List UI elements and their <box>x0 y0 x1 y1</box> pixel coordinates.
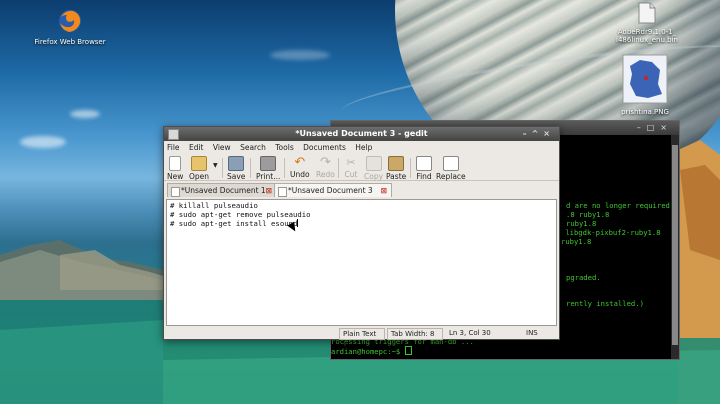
open-button[interactable]: Open <box>189 156 209 181</box>
clipboard-icon <box>388 156 405 171</box>
copy-button[interactable]: Copy <box>364 156 383 181</box>
folder-icon <box>191 156 208 171</box>
print-button[interactable]: Print... <box>256 156 280 181</box>
window-title: *Unsaved Document 3 - gedit <box>295 129 428 138</box>
language-mode-label: Plain Text <box>343 330 377 338</box>
menu-documents[interactable]: Documents <box>303 143 346 152</box>
menubar: File Edit View Search Tools Documents He… <box>164 141 559 154</box>
text-editor-area[interactable]: # killall pulseaudio # sudo apt-get remo… <box>166 199 557 326</box>
print-label: Print... <box>256 172 281 181</box>
terminal-line: libgdk-pixbuf2-ruby1.8 <box>561 228 661 237</box>
tab-unsaved-document-3[interactable]: *Unsaved Document 3 ⊠ <box>274 183 392 197</box>
printer-icon <box>260 156 277 171</box>
menu-view[interactable]: View <box>213 143 231 152</box>
desktop-icon-label: Firefox Web Browser <box>34 38 106 46</box>
desktop-icon-label-line2: i486linux_enu.bin <box>616 36 678 44</box>
toolbar: New Open ▼ Save Print... ↶ Undo ↷ Redo ✂ <box>164 154 559 181</box>
terminal-line: d are no longer required: <box>566 201 675 210</box>
open-dropdown-arrow[interactable]: ▼ <box>213 162 218 169</box>
scrollbar-thumb[interactable] <box>672 145 678 345</box>
gedit-app-icon <box>168 129 179 140</box>
desktop-icon-firefox[interactable]: Firefox Web Browser <box>30 8 110 46</box>
terminal-line: ruby1.8 <box>566 219 597 228</box>
new-button[interactable]: New <box>167 156 183 181</box>
cursor-position: Ln 3, Col 30 <box>449 329 491 337</box>
desktop-icon-prishtina-image[interactable]: prishtina.PNG <box>612 54 678 116</box>
document-icon <box>171 187 180 197</box>
find-button[interactable]: Find <box>416 156 432 181</box>
menu-help[interactable]: Help <box>355 143 372 152</box>
editor-line: # sudo apt-get remove pulseaudio <box>170 210 311 219</box>
paste-label: Paste <box>386 172 407 181</box>
paste-button[interactable]: Paste <box>386 156 406 181</box>
toolbar-separator <box>250 158 251 178</box>
tab-label: *Unsaved Document 3 <box>288 186 373 195</box>
terminal-line: .8 ruby1.8 <box>566 210 610 219</box>
toolbar-separator <box>222 158 223 178</box>
gedit-titlebar[interactable]: *Unsaved Document 3 - gedit –^× <box>164 127 559 141</box>
replace-icon <box>442 156 459 171</box>
text-caret <box>297 219 299 227</box>
find-label: Find <box>416 172 432 181</box>
terminal-line: pgraded. <box>566 273 601 282</box>
cut-label: Cut <box>344 170 358 179</box>
dropdown-arrow-icon: ▼ <box>391 342 395 348</box>
desktop-icon-adobe-reader-installer[interactable]: AdbeRdr9.1.0-1_ i486linux_enu.bin <box>612 2 682 44</box>
open-label: Open <box>189 172 210 181</box>
language-mode-selector[interactable]: Plain Text ▼ <box>339 328 385 348</box>
window-controls[interactable]: –□× <box>637 123 673 132</box>
tab-width-label: Tab Width: 8 <box>391 330 435 338</box>
copy-icon <box>365 156 382 171</box>
desktop-icon-label: AdbeRdr9.1.0-1_ <box>617 28 677 36</box>
menu-file[interactable]: File <box>167 143 180 152</box>
tab-unsaved-document-1[interactable]: *Unsaved Document 1 ⊠ <box>167 183 277 197</box>
close-tab-icon[interactable]: ⊠ <box>266 184 272 197</box>
save-button[interactable]: Save <box>227 156 245 181</box>
menu-tools[interactable]: Tools <box>275 143 293 152</box>
save-icon <box>228 156 245 171</box>
redo-button[interactable]: ↷ Redo <box>316 156 335 179</box>
document-icon <box>278 187 287 197</box>
save-label: Save <box>227 172 246 181</box>
find-icon <box>416 156 432 171</box>
undo-label: Undo <box>290 170 310 179</box>
insert-mode-indicator: INS <box>526 329 538 337</box>
terminal-cursor <box>404 346 412 355</box>
menu-edit[interactable]: Edit <box>189 143 204 152</box>
file-icon <box>638 2 656 24</box>
tab-width-selector[interactable]: Tab Width: 8 ▼ <box>387 328 443 348</box>
terminal-line: rently installed.) <box>566 299 644 308</box>
statusbar: Plain Text ▼ Tab Width: 8 ▼ Ln 3, Col 30… <box>164 327 559 348</box>
terminal-scrollbar[interactable] <box>671 135 679 359</box>
firefox-icon <box>59 10 81 32</box>
redo-icon: ↷ <box>319 155 331 170</box>
terminal-line: ruby1.8 <box>561 237 592 246</box>
scissors-icon: ✂ <box>346 156 356 169</box>
editor-line-3: # sudo apt-get install esound <box>170 219 299 228</box>
copy-label: Copy <box>364 172 384 181</box>
menu-search[interactable]: Search <box>240 143 266 152</box>
replace-label: Replace <box>436 172 466 181</box>
new-document-icon <box>169 156 182 171</box>
desktop-icon-label: prishtina.PNG <box>621 108 669 116</box>
tab-label: *Unsaved Document 1 <box>181 186 266 195</box>
redo-label: Redo <box>316 170 335 179</box>
undo-button[interactable]: ↶ Undo <box>290 156 310 179</box>
image-icon <box>622 54 668 104</box>
gedit-window[interactable]: *Unsaved Document 3 - gedit –^× File Edi… <box>163 126 560 348</box>
window-controls[interactable]: –^× <box>523 127 555 141</box>
toolbar-separator <box>410 158 411 178</box>
replace-button[interactable]: Replace <box>436 156 466 181</box>
undo-icon: ↶ <box>294 155 306 170</box>
cut-button[interactable]: ✂ Cut <box>344 156 358 179</box>
close-tab-icon[interactable]: ⊠ <box>381 184 387 197</box>
dropdown-arrow-icon: ▼ <box>343 342 347 348</box>
editor-line: # sudo apt-get install esound <box>170 219 298 228</box>
toolbar-separator <box>338 158 339 178</box>
document-tabs: *Unsaved Document 1 ⊠ *Unsaved Document … <box>164 181 559 197</box>
new-label: New <box>167 172 184 181</box>
toolbar-separator <box>284 158 285 178</box>
editor-line: # killall pulseaudio <box>170 201 258 210</box>
